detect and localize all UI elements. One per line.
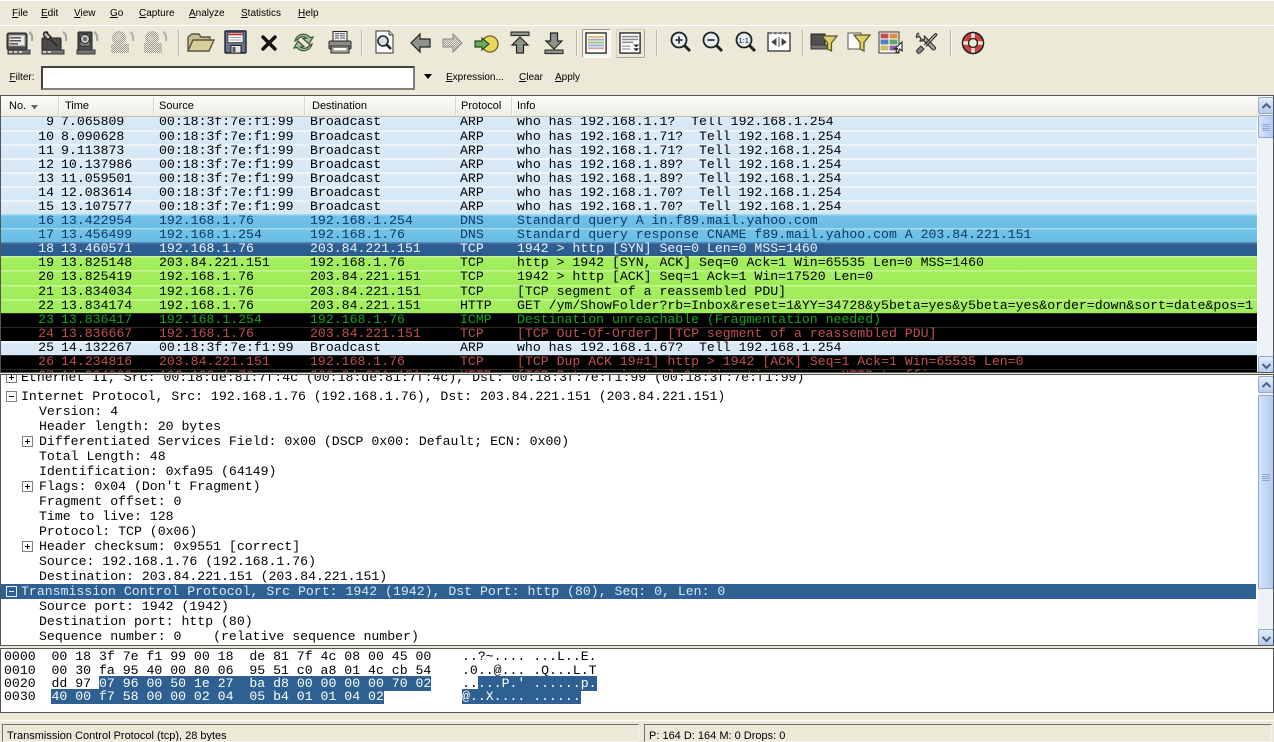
svg-text:1:1: 1:1 — [739, 36, 749, 45]
